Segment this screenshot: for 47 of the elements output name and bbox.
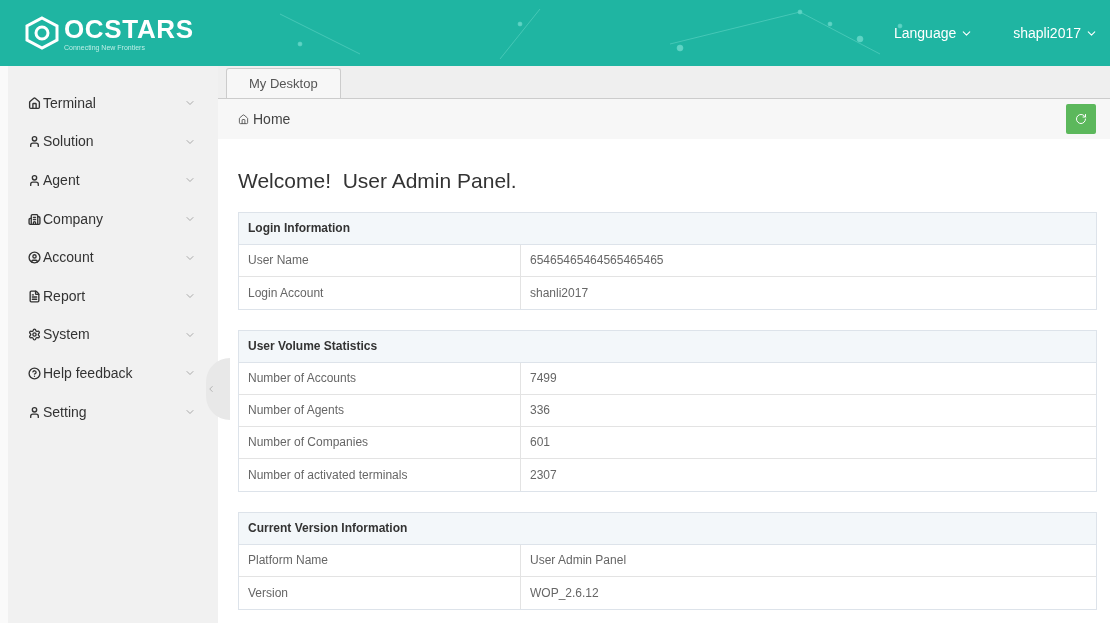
table-cell: Number of activated terminals	[239, 458, 521, 491]
table-cell: Login Account	[239, 276, 521, 309]
menu-item-icon	[28, 405, 41, 419]
sidebar-item[interactable]: Solution	[8, 122, 204, 162]
table-section-header: Current Version Information	[239, 512, 1096, 545]
menu-item-icon	[28, 96, 41, 110]
menu-item-icon	[28, 366, 41, 380]
table-cell-text: WOP_2.6.12	[529, 584, 600, 602]
table-cell: Number of Agents	[239, 394, 521, 426]
table-cell: Version	[239, 576, 521, 609]
table-cell: User Name	[239, 244, 521, 276]
sidebar-item[interactable]: Help feedback	[8, 354, 204, 393]
logo-icon	[24, 16, 60, 50]
menu-item-icon	[28, 135, 41, 149]
table-cell-text: 601	[529, 434, 552, 451]
sidebar-item[interactable]: System	[8, 315, 204, 355]
table-cell-text: 7499	[529, 370, 558, 387]
menu-item-icon	[28, 251, 41, 265]
menu-item-icon	[28, 328, 41, 342]
table-cell: Number of Companies	[239, 426, 521, 458]
home-icon	[238, 113, 249, 125]
table-section-header: Login Information	[239, 212, 1096, 245]
table-cell-text: 336	[529, 402, 552, 419]
sidebar-item[interactable]: Setting	[8, 392, 204, 432]
table-cell: Number of Accounts	[239, 362, 521, 394]
breadcrumb[interactable]: Home	[253, 108, 291, 130]
menu-item-icon	[28, 174, 41, 187]
menu-item-icon	[28, 289, 41, 303]
chevron-left-icon	[206, 384, 216, 394]
tab[interactable]: My Desktop	[226, 68, 341, 98]
sidebar-item[interactable]: Account	[8, 238, 204, 277]
table-cell-text: 65465465464565465465	[529, 252, 665, 269]
refresh-button[interactable]	[1066, 104, 1096, 134]
collapse-handle[interactable]	[206, 358, 230, 420]
table-cell-text: 2307	[529, 466, 558, 484]
table-section-header: User Volume Statistics	[239, 330, 1096, 363]
sidebar-item[interactable]: Report	[8, 276, 204, 316]
sidebar-item[interactable]: Company	[8, 199, 204, 239]
menu-item-icon	[28, 212, 41, 226]
table-cell-text: shanli2017	[529, 284, 590, 302]
logo-text: OCSTARS	[64, 15, 194, 42]
sidebar-item[interactable]: Terminal	[8, 84, 204, 123]
table-cell: Platform Name	[239, 544, 521, 576]
refresh-icon	[1075, 113, 1087, 125]
welcome-heading: Welcome! User Admin Panel.	[238, 168, 518, 194]
table-cell-text: User Admin Panel	[529, 552, 628, 569]
sidebar-item[interactable]: Agent	[8, 161, 204, 200]
